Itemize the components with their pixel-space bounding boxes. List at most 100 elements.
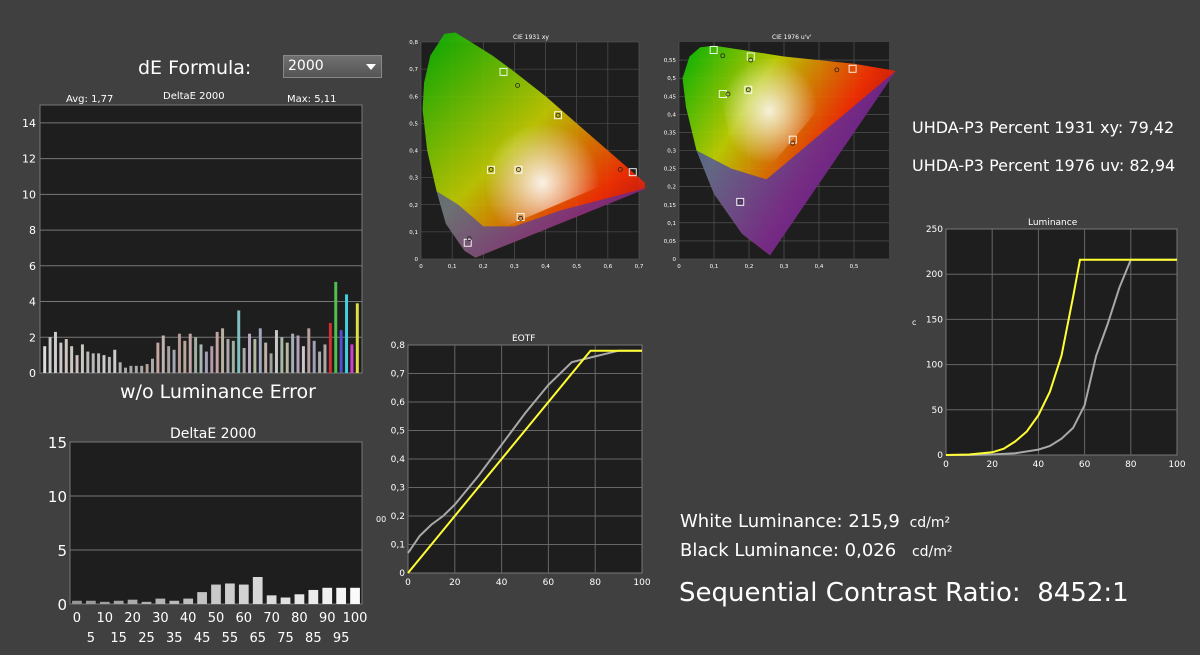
bar	[197, 592, 207, 604]
bar	[85, 600, 96, 604]
x-tick-label: 30	[152, 611, 169, 626]
x-tick-label: 0	[943, 460, 949, 470]
y-tick-label: 0,1	[667, 221, 676, 227]
x-tick-label: 0,4	[541, 264, 550, 270]
x-tick-label: 100	[343, 611, 368, 626]
y-tick-label: 100	[926, 361, 943, 371]
y-tick-label: 150	[926, 315, 943, 325]
max-label: Max: 5,11	[287, 94, 337, 105]
uhda-1976-label: UHDA-P3 Percent 1976 uv: 82,94	[912, 156, 1176, 175]
bar	[242, 347, 246, 373]
eotf-title: EOTF	[512, 334, 535, 344]
x-tick-label: 15	[110, 631, 127, 646]
bar	[211, 584, 221, 604]
y-tick-label: 0,8	[409, 40, 418, 46]
deltae-gray-chart: 0510150510152025303540455055606570758085…	[48, 426, 368, 646]
cie1931-title: CIE 1931 xy	[513, 34, 549, 41]
deltae-color-title: DeltaE 2000	[163, 91, 225, 102]
x-tick-label: 0,1	[448, 264, 457, 270]
bar	[231, 340, 235, 373]
x-tick-label: 20	[986, 460, 998, 470]
deltae-gray-title: DeltaE 2000	[170, 426, 256, 442]
y-tick-label: 10	[22, 188, 36, 201]
x-tick-label: 70	[263, 611, 280, 626]
bar	[258, 328, 262, 373]
bar	[169, 600, 180, 604]
y-tick-label: 15	[48, 434, 67, 452]
bar	[145, 364, 149, 373]
bar	[269, 353, 273, 373]
bar	[134, 365, 138, 373]
y-tick-label: 0	[415, 257, 419, 263]
bar	[161, 335, 165, 373]
white-luminance-value: White Luminance: 215,9	[680, 511, 900, 532]
bar	[350, 344, 354, 373]
bar	[318, 351, 322, 373]
y-tick-label: 0,5	[409, 121, 418, 127]
y-tick-label: 0,2	[409, 203, 418, 209]
y-tick-label: 0	[29, 367, 36, 380]
bar	[264, 342, 268, 373]
y-tick-label: 8	[29, 224, 36, 237]
bar	[127, 599, 138, 604]
y-tick-label: 0	[399, 569, 405, 579]
cie1976-title: CIE 1976 u'v'	[772, 34, 812, 41]
bar	[345, 294, 349, 373]
y-tick-label: 0,1	[409, 230, 418, 236]
y-tick-label: 0	[57, 596, 67, 614]
bar	[99, 601, 110, 604]
eotf-chart: 0 20 40 60 80 100 0 0,1 0,2 0,3 0,4 0,5 0,6 0,7 0,8 EO…	[376, 334, 651, 588]
bar	[301, 346, 305, 373]
x-tick-label: 65	[249, 631, 266, 646]
bar	[183, 598, 194, 604]
y-tick-label: 0,7	[409, 67, 418, 73]
deltae-color-chart: 0 2 4 6 8 10 12 14 Avg: 1,77 DeltaE 2000 Max: 5…	[22, 91, 363, 380]
de-formula-dropdown[interactable]: 2000	[283, 55, 382, 78]
y-tick-label: 0,2	[667, 185, 676, 191]
x-tick-label: 95	[333, 631, 350, 646]
x-tick-label: 0,3	[510, 264, 519, 270]
bar	[312, 340, 316, 373]
chevron-down-icon	[366, 64, 376, 70]
bar	[59, 342, 63, 373]
x-tick-label: 40	[180, 611, 197, 626]
y-tick-label: 0,25	[664, 167, 677, 173]
bar	[167, 346, 171, 373]
bar	[141, 601, 152, 604]
bar	[252, 577, 263, 604]
x-tick-label: 0	[73, 611, 81, 626]
bar	[188, 333, 192, 373]
y-tick-label: 0,45	[664, 94, 677, 100]
bar	[151, 358, 154, 373]
bar	[129, 365, 133, 373]
contrast-ratio-label: Sequential Contrast Ratio: 8452:1	[679, 578, 1129, 608]
x-tick-label: 10	[96, 611, 113, 626]
bar	[237, 310, 241, 373]
y-tick-label: 0,2	[391, 512, 405, 522]
bar	[155, 598, 166, 604]
luminance-chart: 0 20 40 60 80 100 0 50 100 150 200 250 Luminance c	[912, 218, 1186, 470]
x-tick-label: 50	[208, 611, 225, 626]
x-tick-label: 90	[319, 611, 336, 626]
y-tick-label: 0,5	[667, 76, 676, 82]
bar	[48, 337, 52, 373]
luminance-plot-area	[945, 228, 1178, 456]
bar	[53, 331, 57, 373]
x-tick-label: 20	[449, 578, 461, 588]
x-tick-label: 45	[194, 631, 211, 646]
bar	[183, 340, 187, 373]
bar	[102, 355, 106, 373]
black-luminance-value: Black Luminance: 0,026	[680, 540, 897, 561]
white-luminance-unit: cd/m²	[909, 515, 951, 531]
bar	[91, 353, 95, 373]
y-tick-label: 50	[932, 406, 944, 416]
bar	[221, 328, 225, 373]
y-tick-label: 6	[29, 260, 36, 273]
x-tick-label: 0,5	[850, 264, 859, 270]
bar	[253, 339, 257, 373]
bar	[140, 365, 144, 373]
x-tick-label: 100	[1168, 460, 1185, 470]
x-tick-label: 0	[677, 264, 681, 270]
x-tick-label: 60	[236, 611, 253, 626]
y-tick-label: 250	[926, 225, 943, 235]
